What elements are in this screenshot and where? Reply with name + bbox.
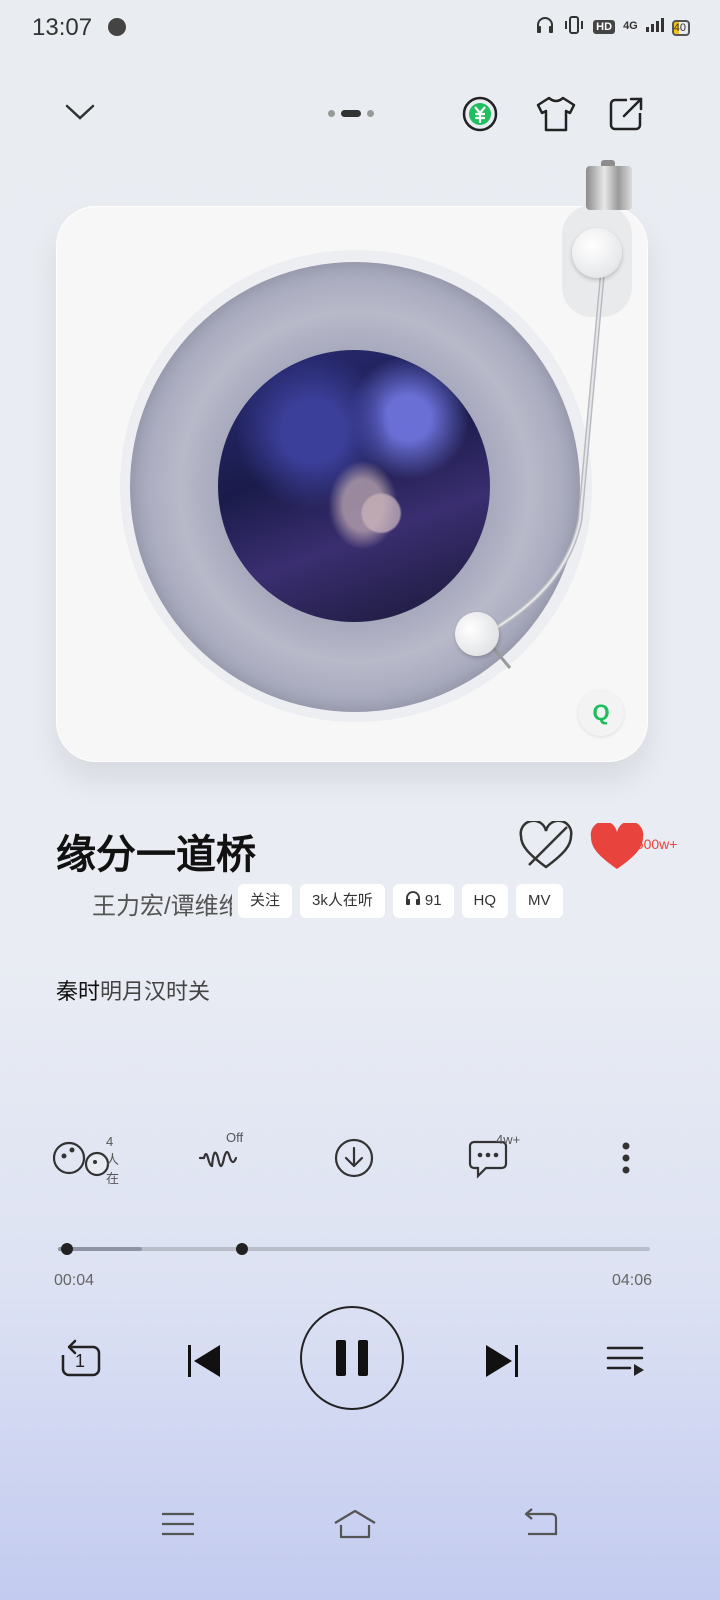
listeners-tag[interactable]: 3k人在听 (300, 884, 385, 918)
quality-score-tag[interactable]: 91 (392, 884, 454, 918)
artist-name[interactable]: 王力宏/谭维维 (92, 886, 232, 921)
pause-icon (336, 1340, 368, 1376)
share-icon[interactable] (606, 94, 646, 134)
repeat-one-button[interactable]: 1 (56, 1336, 106, 1386)
globe-icon (108, 18, 126, 36)
skip-previous-icon (188, 1345, 220, 1377)
progress-marker[interactable] (235, 1243, 248, 1255)
progress-track[interactable] (58, 1247, 650, 1251)
status-time: 13:07 (32, 14, 93, 41)
hd-badge: HD (593, 19, 616, 34)
menu-icon[interactable] (156, 1502, 200, 1546)
listen-together-icon (52, 1141, 110, 1177)
back-icon[interactable] (516, 1502, 562, 1546)
listen-together-button[interactable]: 4人在 (52, 1134, 124, 1186)
song-title: 缘分一道桥 (56, 833, 256, 877)
like-count: 1500w+ (628, 836, 678, 852)
album-cover[interactable] (218, 350, 490, 622)
page-dot (328, 110, 335, 117)
comments-button[interactable]: 4w+ (466, 1132, 538, 1180)
headset-icon (535, 16, 555, 37)
qq-music-logo: Q (578, 690, 624, 736)
more-button[interactable] (604, 1136, 648, 1180)
playlist-button[interactable] (602, 1338, 648, 1384)
chevron-down-icon[interactable] (60, 92, 100, 132)
playlist-icon (606, 1346, 644, 1376)
headphones-icon (405, 884, 421, 918)
song-tags: 关注 3k人在听 91 HQ MV (238, 884, 563, 918)
tshirt-icon[interactable] (534, 94, 578, 134)
network-type: 4G (623, 20, 638, 32)
more-vertical-icon (622, 1142, 630, 1174)
follow-tag[interactable]: 关注 (238, 884, 293, 918)
tonearm-weight (586, 166, 632, 210)
lyric-rest: 明月汉时关 (100, 979, 211, 1004)
dislike-heart-icon[interactable] (516, 820, 576, 872)
total-time: 04:06 (611, 1272, 652, 1289)
tag-label: 91 (424, 892, 442, 909)
mv-tag[interactable]: MV (516, 884, 563, 918)
status-icons: HD 4G 40 (535, 16, 690, 37)
play-pause-button[interactable] (300, 1306, 404, 1410)
listen-together-count: 4人在 (106, 1134, 120, 1186)
sound-effect-button[interactable]: Off (196, 1130, 268, 1180)
lyric-sung: 秦时 (56, 979, 101, 1004)
vibrate-icon (563, 16, 585, 37)
download-icon (334, 1138, 374, 1178)
home-icon[interactable] (330, 1502, 380, 1546)
previous-button[interactable] (180, 1338, 226, 1384)
page-dot-active (341, 110, 361, 117)
battery-icon: 40 (671, 19, 690, 36)
skip-next-icon (486, 1345, 518, 1377)
download-button[interactable] (332, 1136, 404, 1180)
sound-effect-status: Off (226, 1130, 244, 1145)
next-button[interactable] (480, 1338, 526, 1384)
progress-thumb[interactable] (61, 1243, 74, 1255)
tag-label: 3k人在听 (312, 892, 373, 909)
tag-label: HQ (473, 892, 497, 909)
page-dot (367, 110, 374, 117)
tag-label: MV (528, 892, 551, 909)
tag-label: 关注 (250, 892, 281, 909)
yuan-coin-icon[interactable] (460, 94, 500, 134)
hq-tag[interactable]: HQ (461, 884, 509, 918)
tonearm-pivot (572, 228, 622, 278)
current-time: 00:04 (54, 1272, 95, 1289)
repeat-mode-label: 1 (75, 1351, 86, 1371)
current-lyric[interactable]: 秦时明月汉时关 (56, 974, 210, 1006)
signal-icon (645, 18, 664, 35)
page-indicator (328, 110, 374, 117)
comment-count: 4w+ (496, 1132, 521, 1147)
